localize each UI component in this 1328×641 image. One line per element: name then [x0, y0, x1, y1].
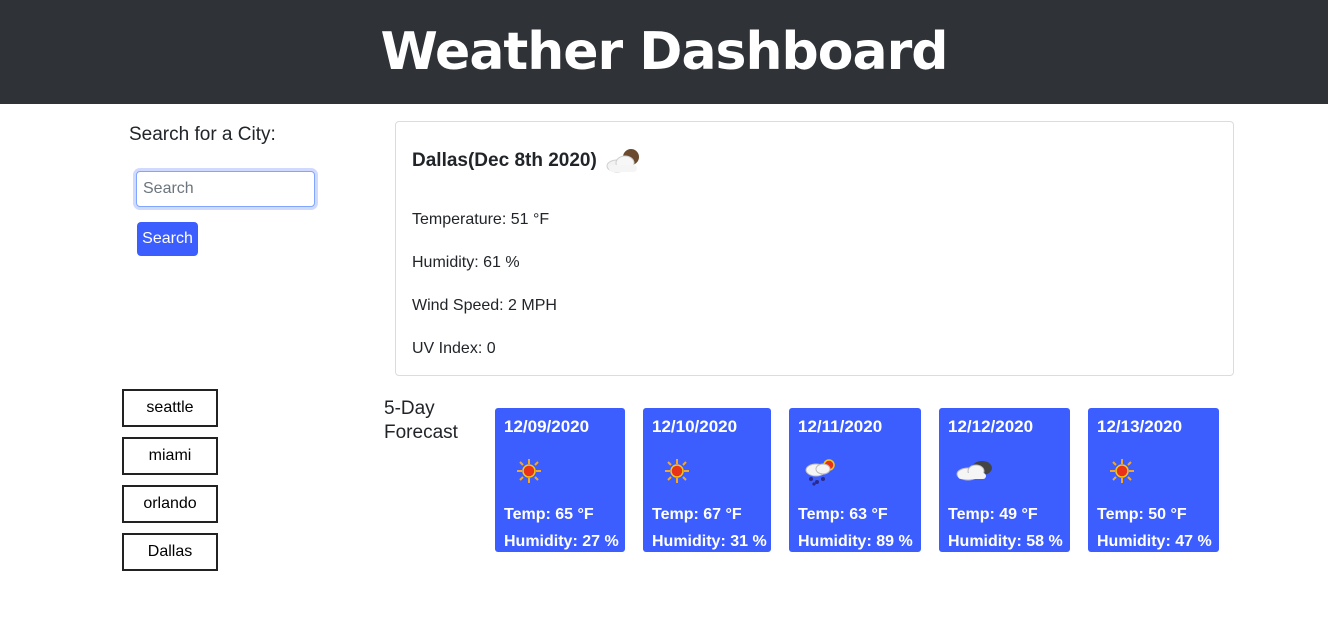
sun-icon — [665, 459, 689, 483]
history-city-button[interactable]: orlando — [122, 485, 218, 523]
forecast-humidity: Humidity: 47 % — [1097, 533, 1212, 550]
forecast-temp: Temp: 50 °F — [1097, 506, 1187, 523]
forecast-humidity: Humidity: 31 % — [652, 533, 767, 550]
forecast-label: 5-Day Forecast — [384, 398, 458, 443]
current-wind-speed: Wind Speed: 2 MPH — [412, 297, 557, 314]
sun-icon — [1110, 459, 1134, 483]
forecast-temp: Temp: 49 °F — [948, 506, 1038, 523]
current-city-date: Dallas(Dec 8th 2020) — [412, 150, 597, 171]
forecast-date: 12/13/2020 — [1097, 417, 1183, 436]
forecast-humidity: Humidity: 27 % — [504, 533, 619, 550]
forecast-card: 12/12/2020 Temp: 49 °F Humidity: 58 % — [939, 408, 1070, 552]
history-city-button[interactable]: seattle — [122, 389, 218, 427]
rain-sun-icon — [805, 459, 835, 486]
current-uv-index: UV Index: 0 — [412, 340, 496, 357]
forecast-card: 12/10/2020 Temp: 67 °F Humidity: 31 % — [643, 408, 771, 552]
sun-icon — [517, 459, 541, 483]
forecast-temp: Temp: 65 °F — [504, 506, 594, 523]
search-button[interactable]: Search — [137, 222, 198, 256]
forecast-date: 12/10/2020 — [652, 417, 738, 436]
current-weather-card: Dallas(Dec 8th 2020) Temperature: 51 °F … — [395, 121, 1234, 376]
page-title: Weather Dashboard — [380, 22, 949, 82]
forecast-humidity: Humidity: 58 % — [948, 533, 1063, 550]
cloud-moon-icon — [606, 149, 639, 173]
forecast-temp: Temp: 67 °F — [652, 506, 742, 523]
forecast-temp: Temp: 63 °F — [798, 506, 888, 523]
forecast-card: 12/13/2020 Temp: 50 °F Humidity: 47 % — [1088, 408, 1219, 552]
forecast-humidity: Humidity: 89 % — [798, 533, 913, 550]
cloud-icon — [956, 461, 992, 481]
search-input[interactable] — [136, 171, 315, 207]
forecast-date: 12/09/2020 — [504, 417, 590, 436]
history-city-button[interactable]: miami — [122, 437, 218, 475]
forecast-date: 12/12/2020 — [948, 417, 1034, 436]
forecast-card: 12/11/2020 Temp: 63 °F Humidity: 89 % — [789, 408, 921, 552]
history-city-button[interactable]: Dallas — [122, 533, 218, 571]
forecast-date: 12/11/2020 — [798, 417, 883, 436]
header-bar: Weather Dashboard — [0, 0, 1328, 104]
current-weather-title: Dallas(Dec 8th 2020) — [412, 146, 645, 176]
forecast-card: 12/09/2020 Temp: 65 °F Humidity: 27 % — [495, 408, 625, 552]
current-humidity: Humidity: 61 % — [412, 254, 520, 271]
current-temperature: Temperature: 51 °F — [412, 211, 550, 228]
search-label: Search for a City: — [129, 124, 276, 145]
